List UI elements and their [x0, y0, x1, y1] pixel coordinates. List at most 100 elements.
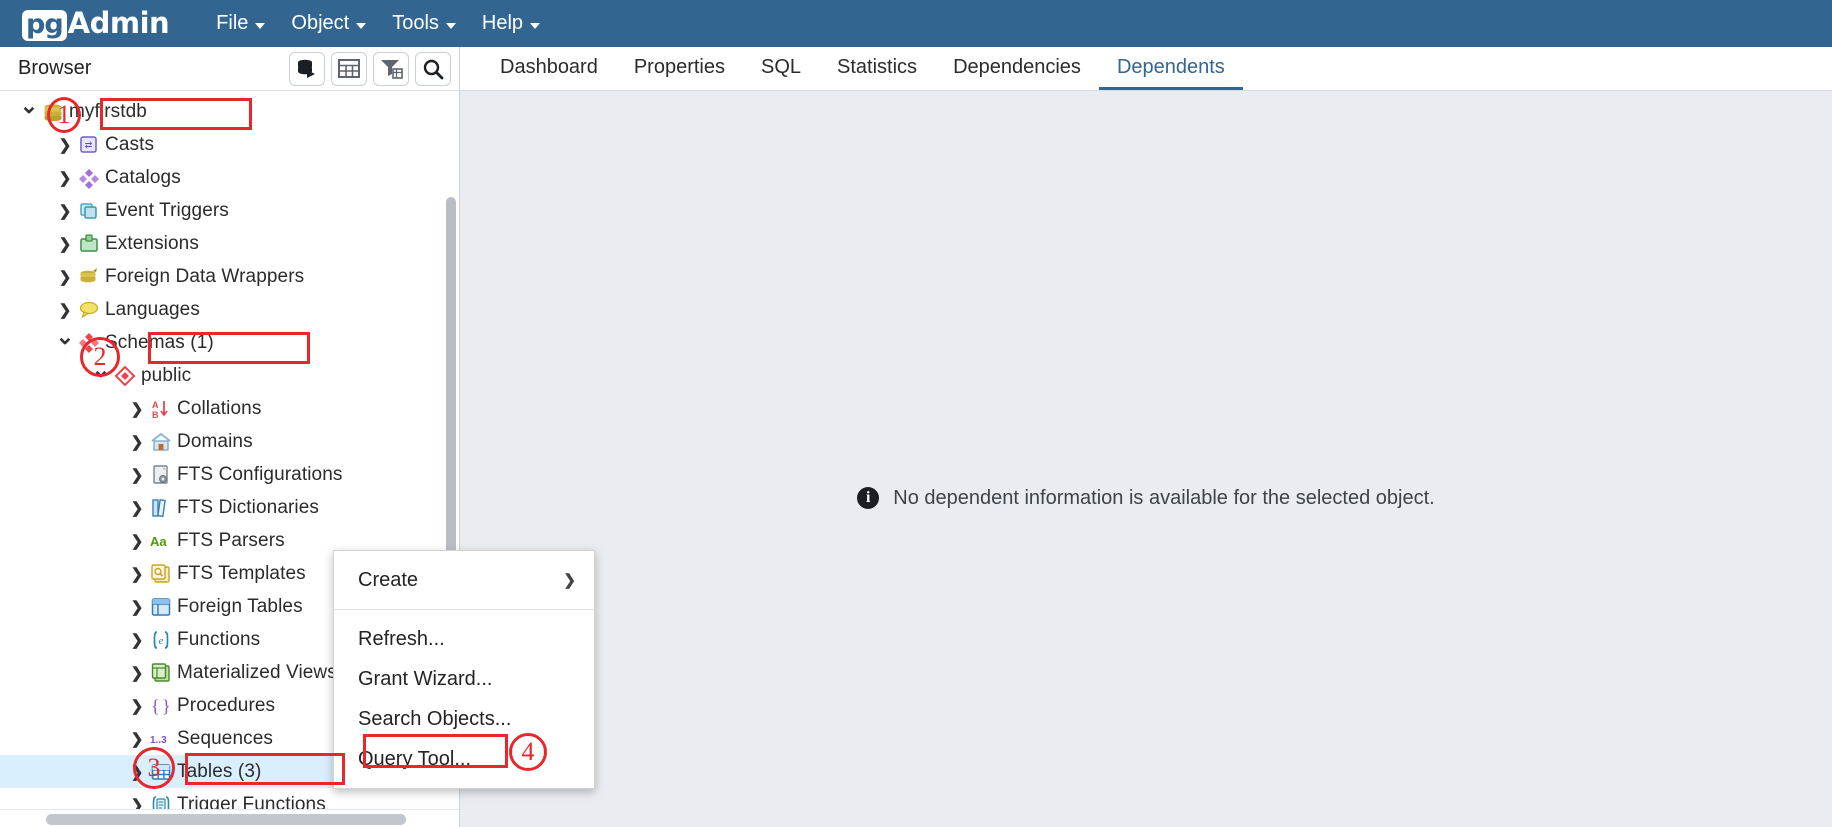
chevron-right-icon[interactable]	[126, 730, 148, 748]
chevron-right-icon[interactable]	[126, 664, 148, 682]
empty-state-message: i No dependent information is available …	[857, 169, 1435, 827]
chevron-right-icon[interactable]	[54, 169, 76, 187]
tree-item-domains[interactable]: Domains	[0, 425, 459, 458]
menu-bar: pg Admin File Object Tools Help	[0, 0, 1832, 47]
tab-strip: Dashboard Properties SQL Statistics Dependen…	[460, 47, 1832, 91]
tree-item-languages[interactable]: Languages	[0, 293, 459, 326]
tree-item-label: Procedures	[177, 694, 276, 716]
chevron-right-icon[interactable]	[126, 499, 148, 517]
tables-icon	[148, 760, 174, 784]
chevron-right-icon[interactable]	[54, 136, 76, 154]
database-icon	[40, 100, 66, 124]
tab-dashboard[interactable]: Dashboard	[482, 47, 616, 90]
tree-item-collations[interactable]: ABCollations	[0, 392, 459, 425]
tree-item-label: myfirstdb	[69, 100, 147, 122]
context-menu[interactable]: Create ❯ Refresh... Grant Wizard... Search O…	[333, 550, 595, 789]
tree-item-label: Schemas (1)	[105, 331, 214, 353]
tab-dependents[interactable]: Dependents	[1098, 47, 1243, 90]
menu-help[interactable]: Help	[469, 6, 553, 41]
tree-item-fts-dictionaries[interactable]: FTS Dictionaries	[0, 491, 459, 524]
chevron-right-icon[interactable]	[126, 466, 148, 484]
menu-file[interactable]: File	[203, 6, 278, 41]
chevron-right-icon[interactable]	[126, 631, 148, 649]
tab-dependencies[interactable]: Dependencies	[935, 47, 1099, 90]
tree-item-label: Casts	[105, 133, 155, 155]
svg-text:{: {	[151, 696, 160, 716]
chevron-right-icon[interactable]	[126, 433, 148, 451]
tree-item-casts[interactable]: ⇄ Casts	[0, 128, 459, 161]
tree-item-myfirstdb[interactable]: myfirstdb	[0, 95, 459, 128]
chevron-down-icon[interactable]	[18, 99, 40, 125]
chevron-down-icon	[356, 22, 367, 29]
tree-item-label: Catalogs	[105, 166, 181, 188]
menu-tools[interactable]: Tools	[379, 6, 469, 41]
tree-item-catalogs[interactable]: Catalogs	[0, 161, 459, 194]
tab-properties[interactable]: Properties	[616, 47, 743, 90]
tree-item-label: Sequences	[177, 727, 273, 749]
logo-admin-text: Admin	[67, 6, 170, 40]
tree-item-label: public	[141, 364, 192, 386]
context-menu-item-label: Query Tool...	[358, 747, 472, 770]
tab-sql[interactable]: SQL	[743, 47, 819, 90]
chevron-right-icon[interactable]	[126, 796, 148, 810]
filter-icon[interactable]	[373, 51, 409, 86]
schema-icon	[112, 364, 138, 388]
chevron-down-icon[interactable]	[54, 330, 76, 356]
tree-item-public[interactable]: public	[0, 359, 459, 392]
object-explorer-icon[interactable]	[289, 51, 325, 86]
context-menu-item-create[interactable]: Create ❯	[334, 560, 594, 600]
svg-text:A: A	[152, 400, 159, 410]
chevron-right-icon[interactable]	[126, 598, 148, 616]
tree-item-label: Languages	[105, 298, 200, 320]
tree-item-label: Extensions	[105, 232, 199, 254]
tree-item-label: Materialized Views	[177, 661, 337, 683]
tree-horizontal-scrollbar[interactable]	[0, 809, 459, 827]
tree-item-label: Collations	[177, 397, 262, 419]
procedures-icon: {}	[148, 694, 174, 718]
context-menu-item-refresh[interactable]: Refresh...	[334, 619, 594, 659]
tree-item-trigger-functions[interactable]: Trigger Functions	[0, 788, 459, 809]
content-body: i No dependent information is available …	[460, 91, 1832, 827]
tree-horizontal-scrollbar-thumb[interactable]	[46, 814, 406, 825]
chevron-right-icon[interactable]	[126, 532, 148, 550]
tree-item-schemas-1[interactable]: Schemas (1)	[0, 326, 459, 359]
tab-statistics[interactable]: Statistics	[819, 47, 935, 90]
tab-label: Dashboard	[500, 55, 598, 78]
tree-vertical-scrollbar[interactable]	[446, 197, 456, 597]
collations-icon: AB	[148, 397, 174, 421]
fts-parsers-icon: Aa	[148, 529, 174, 553]
tree-item-fts-configurations[interactable]: FTS Configurations	[0, 458, 459, 491]
tree-item-label: Foreign Data Wrappers	[105, 265, 305, 287]
chevron-right-icon[interactable]	[126, 697, 148, 715]
menu-tools-label: Tools	[392, 12, 439, 34]
content-panel: Dashboard Properties SQL Statistics Dependen…	[460, 47, 1832, 827]
domains-icon	[148, 430, 174, 454]
tree-item-label: FTS Dictionaries	[177, 496, 320, 518]
chevron-right-icon[interactable]	[126, 763, 148, 781]
chevron-right-icon[interactable]	[54, 202, 76, 220]
chevron-down-icon	[445, 22, 456, 29]
menu-file-label: File	[216, 12, 249, 34]
chevron-right-icon[interactable]	[54, 268, 76, 286]
chevron-down-icon[interactable]	[90, 363, 112, 389]
chevron-right-icon[interactable]	[54, 301, 76, 319]
tree-item-label: Domains	[177, 430, 253, 452]
context-menu-item-query-tool[interactable]: Query Tool...	[334, 739, 594, 779]
functions-icon: e	[148, 628, 174, 652]
grid-view-icon[interactable]	[331, 51, 367, 86]
search-icon[interactable]	[415, 51, 451, 86]
chevron-right-icon[interactable]	[126, 565, 148, 583]
tree-item-event-triggers[interactable]: Event Triggers	[0, 194, 459, 227]
context-menu-item-label: Grant Wizard...	[358, 667, 493, 690]
context-menu-item-search-objects[interactable]: Search Objects...	[334, 699, 594, 739]
logo-pg-badge: pg	[22, 10, 67, 41]
chevron-right-icon[interactable]	[126, 400, 148, 418]
sequences-icon: 1..3	[148, 727, 174, 751]
browser-title: Browser	[18, 57, 92, 79]
tree-item-extensions[interactable]: Extensions	[0, 227, 459, 260]
chevron-right-icon[interactable]	[54, 235, 76, 253]
menu-object[interactable]: Object	[278, 6, 379, 41]
languages-icon	[76, 298, 102, 322]
tree-item-foreign-data-wrappers[interactable]: Foreign Data Wrappers	[0, 260, 459, 293]
context-menu-item-grant-wizard[interactable]: Grant Wizard...	[334, 659, 594, 699]
